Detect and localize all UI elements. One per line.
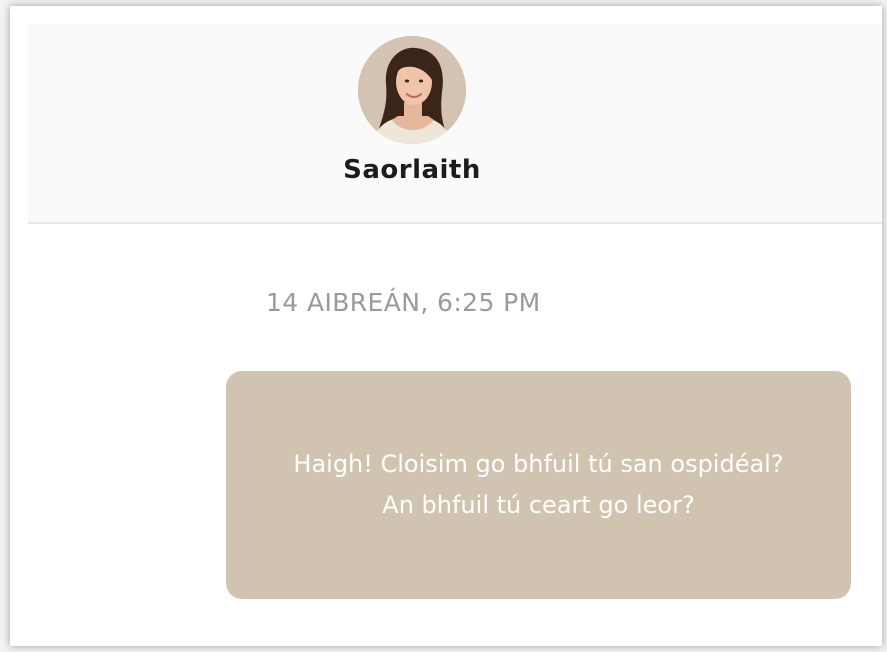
contact-name: Saorlaith [343, 155, 481, 185]
avatar-photo-icon [358, 36, 466, 144]
outgoing-message-bubble[interactable]: Haigh! Cloisim go bhfuil tú san ospidéal… [226, 371, 851, 599]
chat-window: Saorlaith 14 AIBREÁN, 6:25 PM Haigh! Clo… [10, 6, 882, 646]
message-text: Haigh! Cloisim go bhfuil tú san ospidéal… [293, 450, 784, 519]
chat-header: Saorlaith [28, 24, 882, 224]
message-timestamp: 14 AIBREÁN, 6:25 PM [266, 288, 541, 317]
avatar[interactable] [358, 36, 466, 144]
